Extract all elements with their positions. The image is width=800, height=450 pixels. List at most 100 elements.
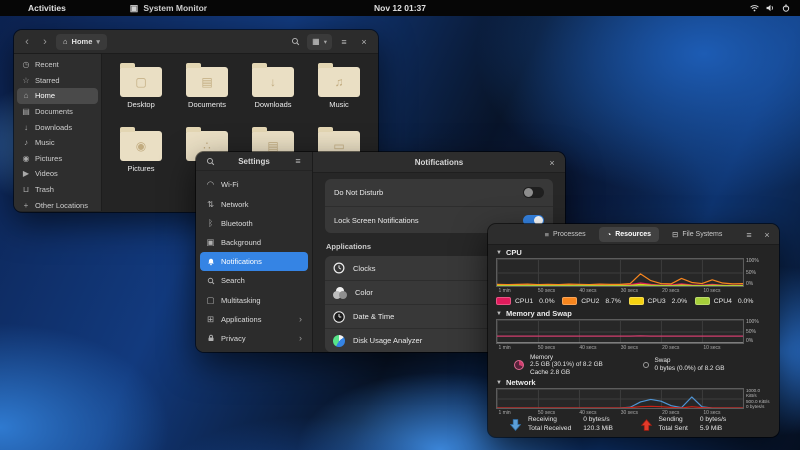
search-button[interactable] <box>287 34 303 50</box>
system-monitor-window: ≡ Processes ◔ Resources ⊟ File Systems ≡ × … <box>488 224 779 437</box>
sidebar-item-trash[interactable]: ⊔ Trash <box>17 182 98 198</box>
gauge-icon: ◔ <box>606 229 612 239</box>
settings-item-background[interactable]: ▣ Background <box>200 233 308 252</box>
chevron-down-icon: ▾ <box>323 38 327 46</box>
sidebar-item-downloads[interactable]: ↓ Downloads <box>17 119 98 135</box>
total-received-value: 120.3 MiB <box>583 425 613 432</box>
folder-music[interactable]: ♫ Music <box>306 60 372 124</box>
receiving-block: Receiving 0 bytes/s Total Received 120.3… <box>510 416 641 433</box>
folder-pictures[interactable]: ◉ Pictures <box>108 124 174 188</box>
settings-menu-button[interactable]: ≡ <box>290 153 306 169</box>
view-switcher[interactable]: ▦ ▾ <box>307 33 332 50</box>
network-totals: Receiving 0 bytes/s Total Received 120.3… <box>496 416 771 435</box>
sidebar-item-documents[interactable]: ▤ Documents <box>17 104 98 120</box>
status-area[interactable] <box>750 4 790 12</box>
bluetooth-icon: ᛒ <box>207 218 214 229</box>
settings-search-button[interactable] <box>202 153 218 169</box>
swap-pie-icon <box>642 362 649 368</box>
panel-title: Notifications <box>414 157 464 167</box>
settings-item-notifications[interactable]: Notifications <box>200 252 308 272</box>
download-arrow-icon <box>510 418 521 431</box>
network-section-header[interactable]: ▼ Network <box>496 377 771 388</box>
settings-close-button[interactable]: × <box>544 155 560 171</box>
upload-arrow-icon <box>640 418 652 431</box>
sidebar-item-pictures[interactable]: ◉ Pictures <box>17 151 98 167</box>
memory-y-axis: 100% 50% 0% <box>746 319 759 344</box>
memory-legend: Memory 2.5 GB (30.1%) of 8.2 GB Cache 2.… <box>496 351 771 377</box>
star-icon: ☆ <box>22 75 30 85</box>
settings-item-search[interactable]: Search <box>200 271 308 290</box>
tab-resources[interactable]: ◔ Resources <box>598 226 660 242</box>
system-monitor-headerbar: ≡ Processes ◔ Resources ⊟ File Systems ≡ × <box>488 224 779 245</box>
path-label: Home <box>71 37 93 46</box>
cpu2-swatch <box>562 297 578 305</box>
cpu-section-header[interactable]: ▼ CPU <box>496 247 771 258</box>
total-sent-label: Total Sent <box>658 425 688 432</box>
files-close-button[interactable]: × <box>356 34 372 50</box>
folder-desktop[interactable]: ▢ Desktop <box>108 60 174 124</box>
memory-section-header[interactable]: ▼ Memory and Swap <box>496 308 771 319</box>
sidebar-item-recent[interactable]: ◷ Recent <box>17 57 98 73</box>
memory-label: Memory <box>530 353 554 361</box>
total-sent-value: 5.9 MiB <box>699 425 723 432</box>
sysmon-menu-button[interactable]: ≡ <box>741 227 757 243</box>
focused-app-indicator[interactable]: ▣ System Monitor <box>130 3 207 14</box>
volume-icon <box>766 4 775 12</box>
network-x-axis: 1 min 50 secs 40 secs 30 secs 20 secs 10 secs <box>498 410 721 416</box>
forward-button[interactable]: › <box>38 36 52 48</box>
do-not-disturb-toggle[interactable] <box>523 187 544 198</box>
settings-title: Settings <box>238 156 270 166</box>
sending-label: Sending <box>658 416 683 423</box>
total-received-label: Total Received <box>528 425 572 432</box>
folder-icon: ♫ <box>318 63 360 97</box>
clock[interactable]: Nov 12 01:37 <box>0 3 800 13</box>
lock-icon <box>206 334 215 342</box>
cpu-y-axis: 100% 50% 0% <box>746 258 759 287</box>
tab-processes[interactable]: ≡ Processes <box>537 227 594 242</box>
cpu4-legend-entry[interactable]: CPU4 0.0% <box>694 297 761 305</box>
sidebar-item-other-locations[interactable]: + Other Locations <box>17 197 98 212</box>
cpu3-legend-entry[interactable]: CPU3 2.0% <box>628 297 695 305</box>
bell-icon <box>206 258 215 266</box>
camera-icon: ◉ <box>22 153 30 163</box>
document-icon: ▤ <box>22 107 30 117</box>
sidebar-item-music[interactable]: ♪ Music <box>17 135 98 151</box>
process-list-icon: ≡ <box>544 229 549 239</box>
plus-icon: + <box>23 200 29 210</box>
path-bar[interactable]: ⌂ Home ▾ <box>56 33 107 50</box>
settings-item-network[interactable]: ⇅ Network <box>200 195 308 214</box>
folder-icon: ▢ <box>120 63 162 97</box>
settings-item-wifi[interactable]: ◠ Wi-Fi <box>200 175 308 194</box>
cpu1-legend-entry[interactable]: CPU1 0.0% <box>496 297 562 305</box>
settings-item-applications[interactable]: ⊞ Applications › <box>200 310 308 329</box>
folder-downloads[interactable]: ↓ Downloads <box>240 60 306 124</box>
memory-pie-icon <box>514 360 524 370</box>
settings-item-bluetooth[interactable]: ᛒ Bluetooth <box>200 214 308 233</box>
cpu3-swatch <box>628 297 644 305</box>
cpu2-legend-entry[interactable]: CPU2 8.7% <box>562 297 628 305</box>
drive-icon: ⊟ <box>672 229 679 239</box>
desktop-icon: ▢ <box>135 75 147 89</box>
date-time-app-icon <box>333 310 345 323</box>
settings-item-multitasking[interactable]: ▢ Multitasking <box>200 290 308 309</box>
files-menu-button[interactable]: ≡ <box>336 34 352 50</box>
chevron-right-icon: › <box>299 314 302 325</box>
sysmon-close-button[interactable]: × <box>759 227 775 243</box>
settings-item-privacy[interactable]: Privacy › <box>200 329 308 348</box>
folder-documents[interactable]: ▤ Documents <box>174 60 240 124</box>
memory-chart <box>496 319 744 344</box>
tab-file-systems[interactable]: ⊟ File Systems <box>664 227 730 242</box>
network-y-axis: 1000.0 KiB/s 500.0 KiB/s 0 bytes/s <box>746 388 770 409</box>
background-icon: ▣ <box>206 236 215 247</box>
sidebar-item-home[interactable]: ⌂ Home <box>17 88 98 104</box>
music-icon: ♪ <box>24 138 28 148</box>
activities-button[interactable]: Activities <box>28 3 66 13</box>
memory-usage-block: Memory 2.5 GB (30.1%) of 8.2 GB Cache 2.… <box>514 353 643 377</box>
network-icon: ⇅ <box>206 198 215 209</box>
sidebar-item-videos[interactable]: ▶ Videos <box>17 166 98 182</box>
sidebar-item-starred[interactable]: ☆ Starred <box>17 73 98 89</box>
download-icon: ↓ <box>270 75 276 89</box>
share-icon: ∴ <box>203 139 211 153</box>
document-icon: ▤ <box>201 75 213 89</box>
back-button[interactable]: ‹ <box>20 36 34 48</box>
